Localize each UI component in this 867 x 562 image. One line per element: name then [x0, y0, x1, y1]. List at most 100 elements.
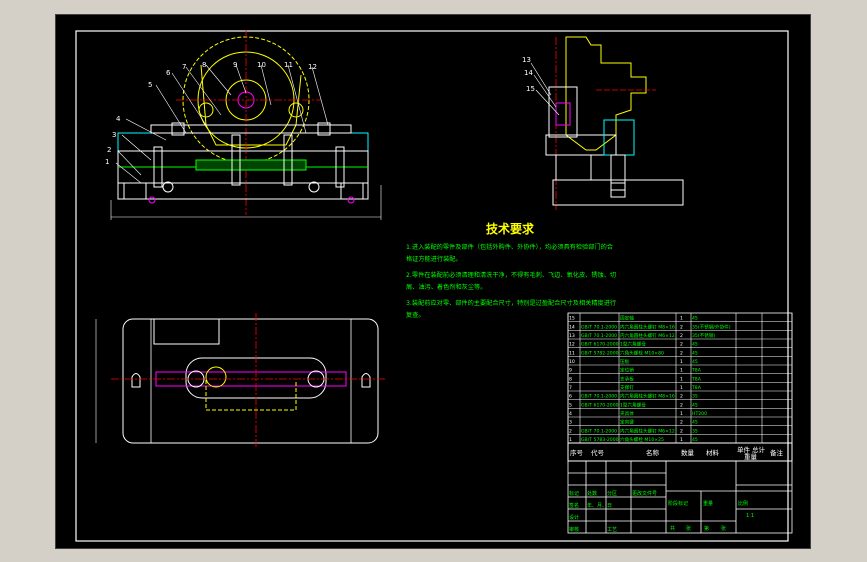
bom-cell: 45: [692, 342, 698, 348]
bom-cell: 9: [569, 368, 572, 374]
bom-table: 15 固定轴 1 4514 GB/T 70.1-2000 内六角圆柱头螺钉 M8×16 2 3…: [567, 312, 793, 444]
bom-cell: 15: [569, 316, 575, 322]
svg-text:序号: 序号: [570, 448, 584, 457]
bom-row: 15 固定轴 1 45: [568, 315, 792, 322]
bom-row: 12 GB/T 6170-2000 1型六角螺母 2 45: [568, 341, 792, 348]
svg-text:阶段标记: 阶段标记: [668, 500, 688, 507]
bom-cell: 12: [569, 342, 575, 348]
bom-cell: 6: [569, 394, 572, 400]
bom-cell: 支撑钉: [620, 384, 634, 391]
bom-row: 4 夹具体 1 HT200: [568, 410, 792, 418]
bom-cell: 35: [692, 428, 698, 434]
svg-text:11: 11: [284, 61, 293, 69]
svg-text:材料: 材料: [706, 448, 720, 457]
bom-cell: GB/T 70.1-2000: [581, 324, 617, 330]
svg-text:4: 4: [116, 115, 121, 123]
bom-cell: 2: [680, 350, 683, 356]
svg-text:14: 14: [524, 69, 533, 77]
svg-text:3: 3: [112, 131, 116, 139]
svg-text:屑、油污、着色剂和灰尘等。: 屑、油污、着色剂和灰尘等。: [406, 283, 486, 291]
svg-text:15: 15: [526, 85, 535, 93]
svg-text:审核: 审核: [569, 526, 579, 533]
svg-text:9: 9: [233, 61, 237, 69]
bom-cell: 2: [680, 428, 683, 434]
bom-cell: 11: [569, 350, 575, 356]
svg-text:重量: 重量: [703, 500, 713, 507]
svg-text:1: 1: [105, 158, 109, 166]
bom-row: 8 支承板 1 T8A: [568, 375, 792, 383]
bom-cell: GB/T 5783-2000: [581, 437, 619, 443]
bom-cell: 1: [680, 359, 683, 365]
bom-cell: HT200: [692, 411, 707, 417]
bom-cell: 1: [680, 316, 683, 322]
bom-cell: T8A: [691, 368, 702, 374]
top-view: [95, 313, 386, 447]
svg-text:名称: 名称: [646, 448, 660, 457]
bom-row: 9 定位销 1 T8A: [568, 367, 792, 374]
bom-header-labels: 序号 代号 名称 数量 材料 单件 总计 重量 备注: [570, 445, 784, 461]
svg-text:10: 10: [257, 61, 266, 69]
side-view: [530, 36, 684, 210]
svg-text:2: 2: [107, 146, 111, 154]
bom-row: 2 GB/T 70.1-2000 内六角圆柱头螺钉 M6×12 2 35: [568, 427, 792, 435]
bom-cell: 2: [680, 324, 683, 330]
bom-cell: 45: [692, 437, 698, 443]
bom-cell: 2: [680, 333, 683, 339]
svg-text:处数: 处数: [587, 490, 597, 497]
bom-cell: GB/T 70.1-2000: [581, 394, 617, 400]
svg-text:更改文件号: 更改文件号: [632, 490, 657, 497]
bom-cell: 1: [569, 437, 572, 443]
bom-row: 10 压板 1 45: [568, 358, 792, 366]
title-block-labels: 标记 处数 分区 更改文件号 签名 年、月、日 设计 审核 工艺 阶段标记 重量…: [569, 490, 754, 533]
svg-text:数量: 数量: [681, 448, 695, 457]
front-callouts: 1 2 3 4 5 6 7 8 9 10 11 12: [105, 61, 317, 166]
bom-cell: 45: [692, 316, 698, 322]
bom-cell: T8A: [691, 385, 702, 391]
bom-row: 3 定向键 2 45: [568, 419, 792, 426]
svg-text:5: 5: [148, 81, 152, 89]
bom-cell: 4: [569, 411, 572, 417]
bom-cell: 压板: [620, 358, 630, 365]
bom-cell: 2: [680, 402, 683, 408]
svg-text:7: 7: [182, 63, 186, 71]
svg-text:12: 12: [308, 63, 317, 71]
bom-row: 1 GB/T 5783-2000 六角头螺栓 M10×25 1 45: [568, 436, 792, 444]
bom-cell: GB/T 6170-2000: [581, 402, 619, 408]
tech-requirements-title: 技术要求: [486, 221, 535, 236]
bom-cell: 固定轴: [620, 315, 634, 322]
bom-cell: 内六角圆柱头螺钉 M6×12: [620, 427, 675, 434]
svg-text:标记: 标记: [569, 490, 579, 497]
svg-text:1.进入装配的零件及部件（包括外购件、外协件），均必须具有检: 1.进入装配的零件及部件（包括外购件、外协件），均必须具有检验部门的合: [406, 243, 613, 251]
bom-cell: 35(不锈钢/外协件): [692, 323, 731, 330]
bom-cell: 2: [680, 394, 683, 400]
bom-cell: GB/T 70.1-2000: [581, 333, 617, 339]
title-block: [567, 460, 793, 534]
svg-text:3.装配前应对零、部件的主要配合尺寸，特别是过盈配合尺寸及相: 3.装配前应对零、部件的主要配合尺寸，特别是过盈配合尺寸及相关精度进行: [406, 299, 616, 307]
bom-cell: 2: [680, 420, 683, 426]
bom-cell: 14: [569, 324, 575, 330]
bom-cell: 2: [680, 342, 683, 348]
svg-text:复查。: 复查。: [406, 311, 425, 319]
bom-cell: 5: [569, 402, 572, 408]
bom-row: 6 GB/T 70.1-2000 内六角圆柱头螺钉 M8×16 2 35: [568, 393, 792, 400]
svg-text:代号: 代号: [591, 448, 605, 457]
svg-text:第: 第: [704, 525, 709, 532]
bom-cell: 内六角圆柱头螺钉 M8×16: [620, 323, 675, 330]
bom-row: 13 GB/T 70.1-2000 内六角圆柱头螺钉 M6×12 2 35(不锈钢): [568, 332, 792, 340]
svg-text:重量: 重量: [744, 453, 758, 461]
bom-cell: 1: [680, 411, 683, 417]
side-callouts: 13 14 15: [522, 56, 535, 93]
bom-cell: 六角头螺栓 M10×25: [620, 436, 664, 443]
bom-cell: 1型六角螺母: [620, 341, 646, 348]
bom-cell: 夹具体: [620, 410, 634, 417]
bom-cell: GB/T 5782-2000: [581, 350, 619, 356]
bom-cell: 3: [569, 420, 572, 426]
svg-text:格证方能进行装配。: 格证方能进行装配。: [406, 255, 462, 263]
bom-row: 11 GB/T 5782-2000 六角头螺栓 M10×80 2 45: [568, 349, 792, 357]
svg-text:8: 8: [202, 61, 206, 69]
svg-text:1:1: 1:1: [746, 513, 754, 519]
svg-text:工艺: 工艺: [607, 527, 617, 533]
bom-cell: 内六角圆柱头螺钉 M8×16: [620, 393, 675, 400]
bom-cell: 35(不锈钢): [692, 332, 715, 339]
bom-cell: 1: [680, 368, 683, 374]
